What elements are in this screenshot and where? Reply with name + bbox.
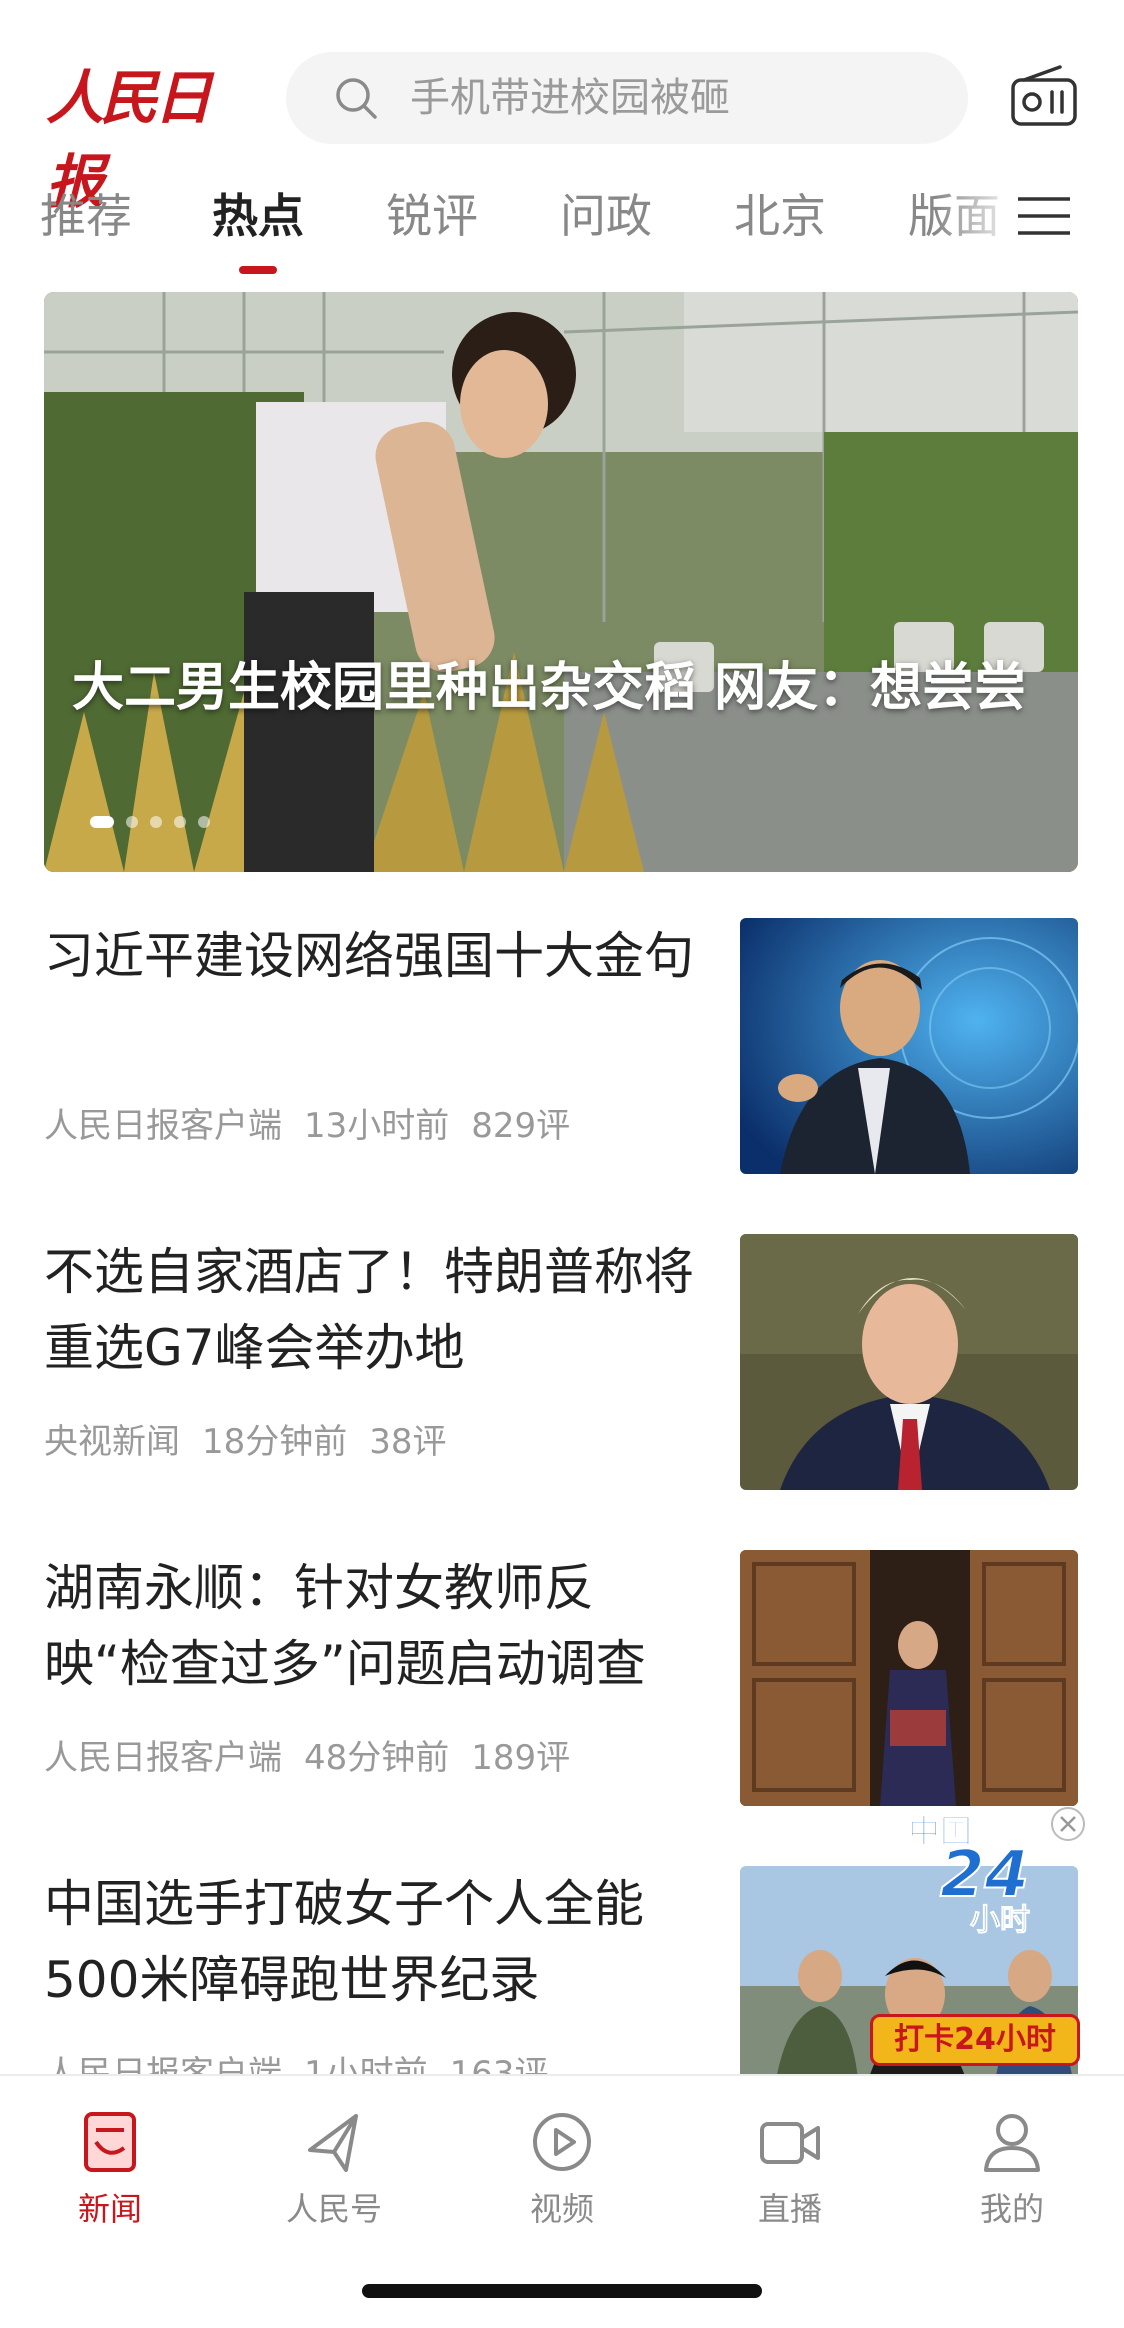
news-source: 人民日报客户端	[44, 1738, 282, 1778]
news-comments: 189评	[471, 1738, 571, 1778]
carousel-dot[interactable]	[174, 816, 186, 828]
news-title: 不选自家酒店了！特朗普称将重选G7峰会举办地	[44, 1243, 694, 1377]
tab-recommend[interactable]: 推荐	[40, 180, 132, 284]
close-icon[interactable]	[1050, 1806, 1086, 1842]
news-source: 央视新闻	[44, 1422, 180, 1462]
tab-hot[interactable]: 热点	[212, 180, 304, 284]
nav-label: 直播	[757, 2190, 822, 2228]
nav-live[interactable]: 直播	[700, 2110, 880, 2230]
search-placeholder: 手机带进校园被砸	[410, 75, 730, 121]
news-title: 湖南永顺：针对女教师反映“检查过多”问题启动调查	[44, 1559, 646, 1693]
headline-carousel[interactable]: 大二男生校园里种出杂交稻 网友：想尝尝	[44, 292, 1078, 872]
news-thumbnail	[740, 918, 1078, 1174]
tab-inquiry[interactable]: 问政	[560, 180, 652, 284]
menu-icon[interactable]	[1016, 196, 1072, 236]
nav-news[interactable]: 新闻	[20, 2110, 200, 2230]
news-comments: 829评	[471, 1106, 571, 1146]
play-circle-icon	[533, 2113, 591, 2171]
news-item[interactable]: 不选自家酒店了！特朗普称将重选G7峰会举办地 央视新闻 18分钟前 38评	[44, 1234, 1078, 1490]
news-meta: 央视新闻 18分钟前 38评	[44, 1414, 469, 1463]
nav-people-account[interactable]: 人民号	[244, 2110, 424, 2230]
news-thumbnail	[740, 1550, 1078, 1806]
people-daily-logo[interactable]: 人民日报	[46, 56, 246, 216]
nav-label: 我的	[979, 2190, 1044, 2228]
user-icon	[984, 2114, 1040, 2172]
video-camera-icon	[760, 2122, 820, 2164]
banner-title: 大二男生校园里种出杂交稻 网友：想尝尝	[72, 658, 1027, 718]
news-thumbnail	[740, 1234, 1078, 1490]
badge-line3: 小时	[970, 1903, 1030, 1938]
tab-commentary[interactable]: 锐评	[386, 180, 478, 284]
tab-beijing[interactable]: 北京	[734, 180, 826, 284]
news-time: 18分钟前	[202, 1422, 348, 1462]
nav-label: 视频	[529, 2190, 594, 2228]
nav-label: 新闻	[77, 2190, 142, 2228]
carousel-dot[interactable]	[90, 816, 114, 828]
news-title: 习近平建设网络强国十大金句	[44, 927, 694, 985]
radio-icon[interactable]	[1010, 64, 1078, 128]
nav-label: 人民号	[285, 2190, 382, 2228]
news-meta: 人民日报客户端 13小时前 829评	[44, 1098, 592, 1147]
banner-image	[44, 292, 1078, 872]
news-comments: 38评	[369, 1422, 447, 1462]
carousel-dot[interactable]	[150, 816, 162, 828]
carousel-dot[interactable]	[126, 816, 138, 828]
news-source: 人民日报客户端	[44, 1106, 282, 1146]
news-icon	[84, 2112, 136, 2172]
news-title: 中国选手打破女子个人全能500米障碍跑世界纪录	[44, 1875, 644, 2009]
search-bar[interactable]: 手机带进校园被砸	[286, 52, 968, 144]
checkin-stamp[interactable]: 打卡24小时	[870, 2014, 1080, 2066]
news-meta: 人民日报客户端 48分钟前 189评	[44, 1730, 592, 1779]
active-tab-indicator	[239, 266, 277, 274]
paper-plane-icon	[308, 2114, 358, 2172]
app-header: 人民日报 手机带进校园被砸	[0, 0, 1124, 216]
news-item[interactable]: 湖南永顺：针对女教师反映“检查过多”问题启动调查 人民日报客户端 48分钟前 189…	[44, 1550, 1078, 1806]
news-time: 48分钟前	[304, 1738, 450, 1778]
home-indicator[interactable]	[362, 2284, 762, 2298]
badge-line2: 24	[940, 1838, 1029, 1912]
search-icon	[336, 78, 377, 119]
news-item[interactable]: 习近平建设网络强国十大金句 人民日报客户端 13小时前 829评	[44, 918, 1078, 1174]
nav-profile[interactable]: 我的	[922, 2110, 1102, 2230]
news-time: 13小时前	[304, 1106, 450, 1146]
nav-video[interactable]: 视频	[472, 2110, 652, 2230]
carousel-dot[interactable]	[198, 816, 210, 828]
